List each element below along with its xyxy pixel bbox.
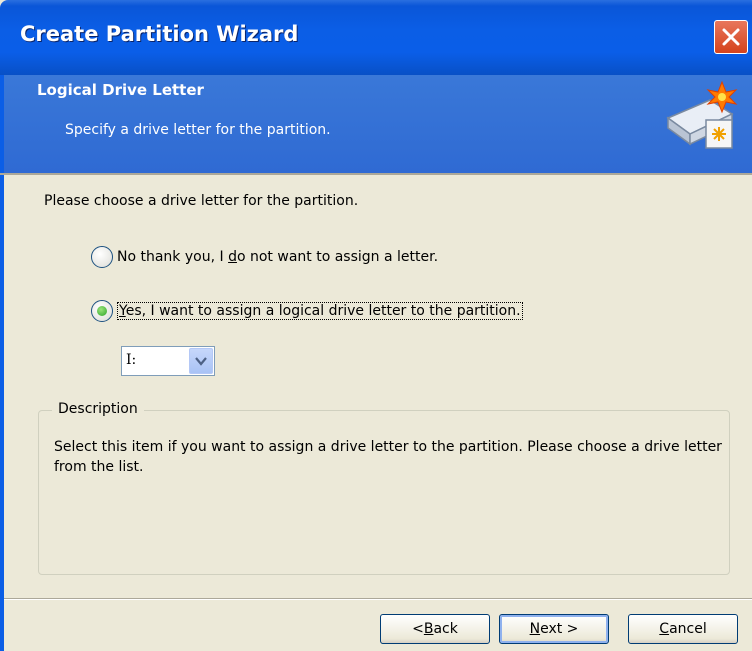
description-group [38,410,730,575]
option-no-letter[interactable]: No thank you, I do not want to assign a … [91,246,438,268]
option-assign-letter-label: Yes, I want to assign a logical drive le… [117,302,523,320]
option-assign-letter[interactable]: Yes, I want to assign a logical drive le… [91,300,523,322]
prompt-text: Please choose a drive letter for the par… [44,193,359,209]
radio-no-letter[interactable] [91,246,113,268]
header-divider [0,173,752,175]
cancel-button[interactable]: Cancel [628,614,738,644]
header-subtitle: Specify a drive letter for the partition… [65,122,331,138]
dropdown-button[interactable] [189,348,213,374]
footer-divider [4,598,752,600]
description-text: Select this item if you want to assign a… [54,439,722,475]
window-frame [0,75,4,651]
back-button[interactable]: < Back [380,614,490,644]
next-button[interactable]: Next > [499,614,609,644]
radio-assign-letter[interactable] [91,300,113,322]
chevron-down-icon [195,357,207,366]
option-no-letter-label: No thank you, I do not want to assign a … [117,249,439,265]
drive-letter-select[interactable]: I: [121,346,215,376]
disk-wizard-icon [666,80,738,149]
header-title: Logical Drive Letter [37,81,204,99]
close-icon [722,28,740,46]
description-title: Description [52,401,144,417]
window-title: Create Partition Wizard [20,22,299,46]
close-button[interactable] [714,20,748,54]
title-bar[interactable]: Create Partition Wizard [0,0,752,75]
drive-letter-value: I: [126,352,137,368]
